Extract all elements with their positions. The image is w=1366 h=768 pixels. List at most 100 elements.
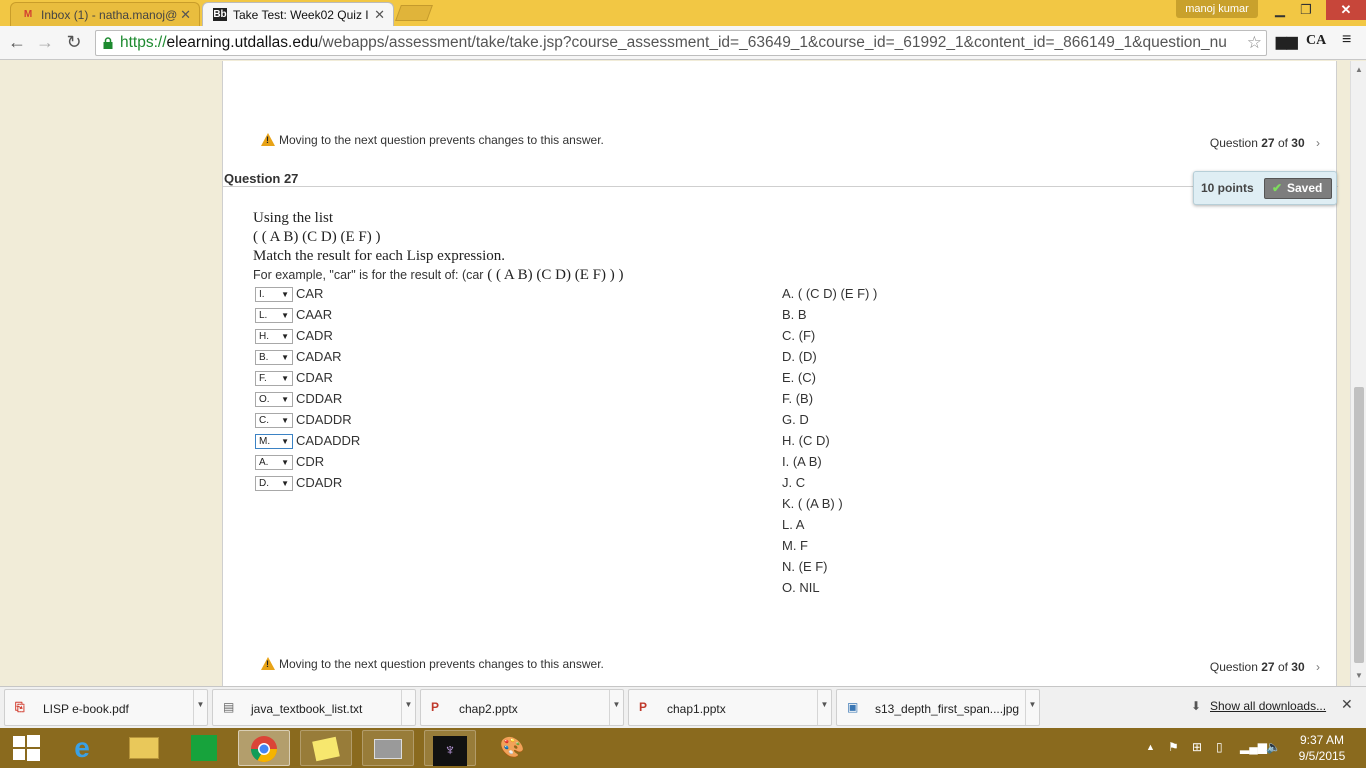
download-item[interactable]: ⎘ LISP e-book.pdf ▼ — [4, 689, 208, 726]
question-nav-total: 30 — [1291, 660, 1305, 674]
prompt-text: CDADR — [296, 475, 343, 490]
stem-example-prefix: For example, "car" is for the result of:… — [253, 268, 484, 282]
answer-select[interactable]: D. ▼ — [255, 476, 293, 491]
windows-tray-icon[interactable]: ⊞ — [1192, 740, 1202, 754]
prompt-text: CAR — [296, 286, 324, 301]
dropdown-arrow-icon[interactable]: ▼ — [281, 456, 289, 469]
blackboard-icon: Bb — [213, 8, 227, 21]
reload-icon[interactable]: ↻ — [63, 32, 85, 54]
download-item[interactable]: ▣ s13_depth_first_span....jpg ▼ — [836, 689, 1040, 726]
page-scrollbar[interactable]: ▲ ▼ — [1350, 61, 1366, 686]
internet-explorer-icon[interactable]: e — [56, 730, 108, 766]
battery-icon[interactable]: ▯ — [1216, 740, 1223, 754]
text-file-icon: ▤ — [223, 700, 235, 714]
minimize-icon[interactable]: ▁ — [1266, 0, 1294, 20]
dropdown-arrow-icon[interactable]: ▼ — [281, 393, 289, 406]
address-bar[interactable]: https://elearning.utdallas.edu/webapps/a… — [95, 30, 1267, 56]
answer-select[interactable]: I. ▼ — [255, 287, 293, 302]
volume-icon[interactable]: 🔈 — [1266, 740, 1281, 754]
url-path: /webapps/assessment/take/take.jsp?course… — [318, 34, 1227, 51]
tab-close-icon[interactable]: ✕ — [180, 7, 191, 23]
flag-icon[interactable]: ⚑ — [1168, 740, 1179, 754]
answer-select[interactable]: B. ▼ — [255, 350, 293, 365]
answer-select-value: H. — [259, 331, 269, 342]
extension-ca-button[interactable]: CA — [1306, 33, 1326, 49]
download-filename: s13_depth_first_span....jpg — [875, 702, 1020, 716]
download-menu-icon[interactable]: ▼ — [609, 690, 623, 725]
download-menu-icon[interactable]: ▼ — [817, 690, 831, 725]
new-tab-button[interactable] — [395, 5, 433, 21]
download-menu-icon[interactable]: ▼ — [193, 690, 207, 725]
chevron-right-icon[interactable]: › — [1316, 136, 1320, 150]
bookmark-star-icon[interactable]: ☆ — [1242, 31, 1262, 55]
answer-select[interactable]: O. ▼ — [255, 392, 293, 407]
scroll-down-icon[interactable]: ▼ — [1355, 671, 1363, 680]
download-menu-icon[interactable]: ▼ — [1025, 690, 1039, 725]
chrome-icon[interactable] — [238, 730, 290, 766]
dropdown-arrow-icon[interactable]: ▼ — [281, 414, 289, 427]
answer-option: G. D — [782, 412, 809, 427]
photos-app-icon[interactable] — [362, 730, 414, 766]
download-item[interactable]: Pchap2.pptx ▼ — [420, 689, 624, 726]
answer-select[interactable]: M. ▼ — [255, 434, 293, 449]
pdf-icon: ⎘ — [15, 700, 25, 714]
dropdown-arrow-icon[interactable]: ▼ — [281, 477, 289, 490]
download-menu-icon[interactable]: ▼ — [401, 690, 415, 725]
prompt-text: CADR — [296, 328, 333, 343]
saved-button[interactable]: ✔ Saved — [1264, 178, 1332, 199]
store-icon[interactable] — [178, 730, 230, 766]
menorah-app-icon[interactable]: ♆ — [424, 730, 476, 766]
dropdown-arrow-icon[interactable]: ▼ — [281, 330, 289, 343]
restore-icon[interactable]: ❐ — [1292, 0, 1320, 20]
tab-take-test[interactable]: Bb Take Test: Week02 Quiz I ✕ — [202, 2, 394, 26]
start-icon[interactable] — [0, 730, 52, 766]
show-all-downloads-link[interactable]: Show all downloads... — [1210, 699, 1326, 713]
file-explorer-icon[interactable] — [118, 730, 170, 766]
pptx-icon: P — [431, 700, 440, 714]
answer-select[interactable]: C. ▼ — [255, 413, 293, 428]
warning-icon — [261, 133, 275, 146]
stem-line-3: Match the result for each Lisp expressio… — [253, 248, 506, 264]
answer-select[interactable]: H. ▼ — [255, 329, 293, 344]
paint-icon[interactable]: 🎨 — [486, 730, 538, 766]
dropdown-arrow-icon[interactable]: ▼ — [281, 435, 289, 448]
dropdown-arrow-icon[interactable]: ▼ — [281, 288, 289, 301]
close-downloads-icon[interactable]: ✕ — [1341, 696, 1353, 713]
windows-taskbar: e ♆ 🎨 ▲ ⚑ ⊞ ▯ ▂▄▆ 🔈 9:37 AM 9/5/2015 — [0, 728, 1366, 768]
chevron-right-icon[interactable]: › — [1316, 660, 1320, 674]
network-signal-icon[interactable]: ▂▄▆ — [1240, 740, 1267, 754]
saved-label: Saved — [1287, 181, 1323, 195]
dropdown-arrow-icon[interactable]: ▼ — [281, 372, 289, 385]
question-nav-of: of — [1277, 136, 1288, 150]
points-box: 10 points ✔ Saved — [1193, 171, 1337, 205]
forward-arrow-icon[interactable]: → — [34, 32, 56, 54]
tray-up-arrow-icon[interactable]: ▲ — [1146, 742, 1155, 752]
back-arrow-icon[interactable]: ← — [6, 32, 28, 54]
answer-select[interactable]: A. ▼ — [255, 455, 293, 470]
dropdown-arrow-icon[interactable]: ▼ — [281, 309, 289, 322]
tab-close-icon[interactable]: ✕ — [374, 7, 385, 23]
extension-icon[interactable]: ▆▆ — [1276, 33, 1298, 50]
answer-select[interactable]: F. ▼ — [255, 371, 293, 386]
answer-option: E. (C) — [782, 370, 816, 385]
question-nav-bottom[interactable]: Question 27 of 30 › — [1210, 660, 1320, 674]
test-content: Moving to the next question prevents cha… — [222, 61, 1338, 686]
sticky-notes-icon[interactable] — [300, 730, 352, 766]
scroll-up-icon[interactable]: ▲ — [1355, 65, 1363, 74]
tab-gmail[interactable]: M Inbox (1) - natha.manoj@ ✕ — [10, 2, 200, 26]
window-close-icon[interactable]: ✕ — [1326, 0, 1366, 20]
scrollbar-thumb[interactable] — [1354, 387, 1364, 663]
download-filename: chap1.pptx — [667, 702, 726, 716]
answer-option: A. ( (C D) (E F) ) — [782, 286, 878, 301]
download-item[interactable]: ▤ java_textbook_list.txt ▼ — [212, 689, 416, 726]
profile-button[interactable]: manoj kumar — [1176, 0, 1258, 18]
menu-icon[interactable]: ≡ — [1342, 31, 1351, 49]
download-item[interactable]: Pchap1.pptx ▼ — [628, 689, 832, 726]
download-filename: chap2.pptx — [459, 702, 518, 716]
system-clock[interactable]: 9:37 AM 9/5/2015 — [1292, 732, 1352, 764]
downloads-bar: ⎘ LISP e-book.pdf ▼ ▤ java_textbook_list.txt… — [0, 686, 1366, 728]
checkmark-icon: ✔ — [1272, 181, 1283, 195]
question-nav-top[interactable]: Question 27 of 30 › — [1210, 136, 1320, 150]
dropdown-arrow-icon[interactable]: ▼ — [281, 351, 289, 364]
answer-select[interactable]: L. ▼ — [255, 308, 293, 323]
